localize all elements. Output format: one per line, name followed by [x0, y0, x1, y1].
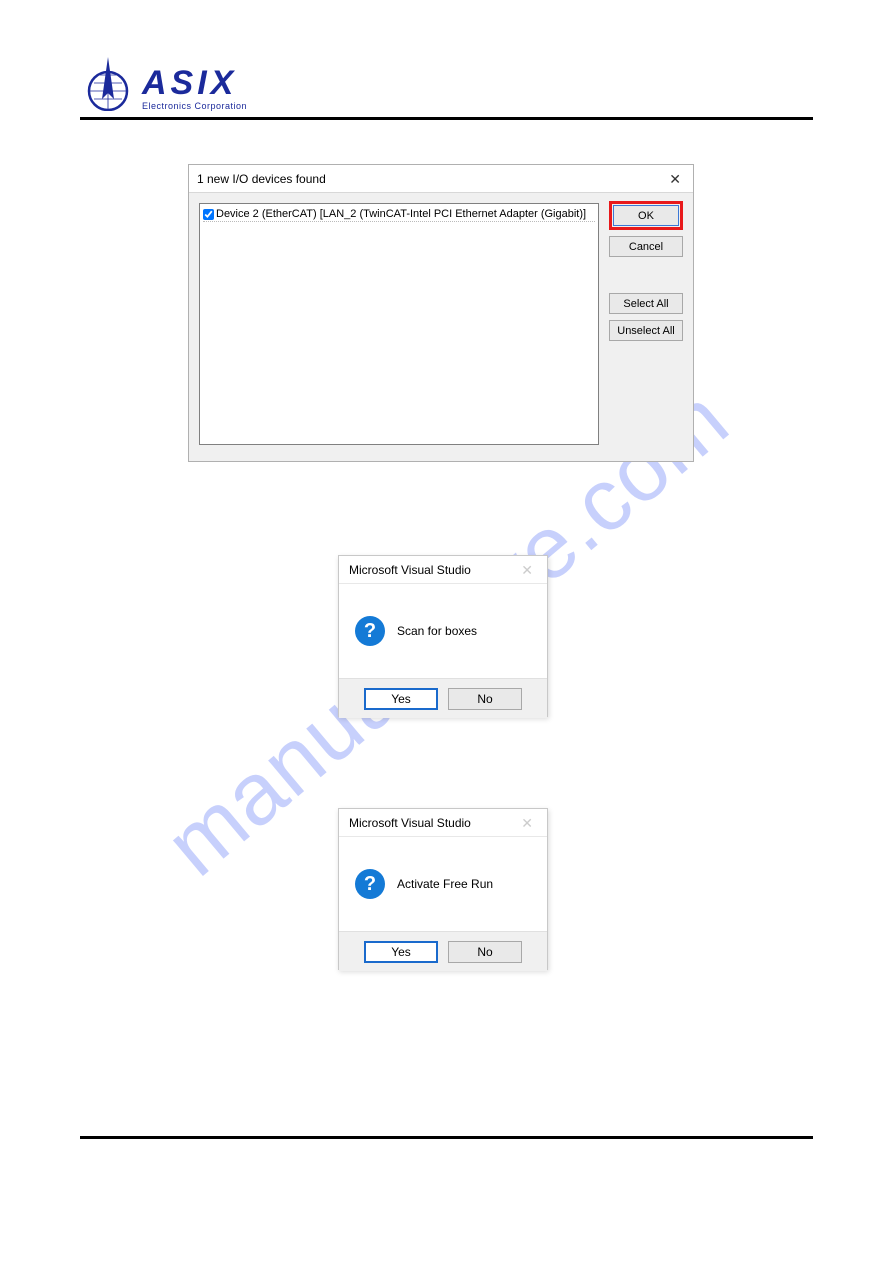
device-checkbox[interactable] [203, 209, 214, 220]
device-list: Device 2 (EtherCAT) [LAN_2 (TwinCAT-Inte… [199, 203, 599, 445]
dialog-title: 1 new I/O devices found [197, 165, 326, 193]
page-header: ASIX Electronics Corporation [80, 40, 813, 120]
question-icon: ? [355, 869, 385, 899]
dialog-title: Microsoft Visual Studio [349, 809, 471, 837]
asix-logo-icon [80, 55, 136, 111]
logo-block: ASIX Electronics Corporation [80, 55, 247, 111]
no-button[interactable]: No [448, 941, 522, 963]
dialog-message: Scan for boxes [397, 624, 477, 638]
unselect-all-button[interactable]: Unselect All [609, 320, 683, 341]
ok-highlight: OK [609, 201, 683, 230]
brand-tagline: Electronics Corporation [142, 101, 247, 111]
dialog-title: Microsoft Visual Studio [349, 556, 471, 584]
close-icon[interactable]: ✕ [665, 165, 685, 193]
ok-button[interactable]: OK [613, 205, 679, 226]
device-label: Device 2 (EtherCAT) [LAN_2 (TwinCAT-Inte… [216, 208, 586, 220]
brand-name: ASIX [142, 68, 247, 99]
device-row[interactable]: Device 2 (EtherCAT) [LAN_2 (TwinCAT-Inte… [203, 207, 595, 222]
footer-divider [80, 1136, 813, 1139]
yes-button[interactable]: Yes [364, 688, 438, 710]
close-icon[interactable]: ✕ [517, 556, 537, 584]
free-run-dialog: Microsoft Visual Studio ✕ ? Activate Fre… [338, 808, 548, 970]
dialog-message: Activate Free Run [397, 877, 493, 891]
close-icon[interactable]: ✕ [517, 809, 537, 837]
question-icon: ? [355, 616, 385, 646]
cancel-button[interactable]: Cancel [609, 236, 683, 257]
no-button[interactable]: No [448, 688, 522, 710]
io-devices-dialog: 1 new I/O devices found ✕ Device 2 (Ethe… [188, 164, 694, 462]
scan-boxes-dialog: Microsoft Visual Studio ✕ ? Scan for box… [338, 555, 548, 717]
select-all-button[interactable]: Select All [609, 293, 683, 314]
yes-button[interactable]: Yes [364, 941, 438, 963]
